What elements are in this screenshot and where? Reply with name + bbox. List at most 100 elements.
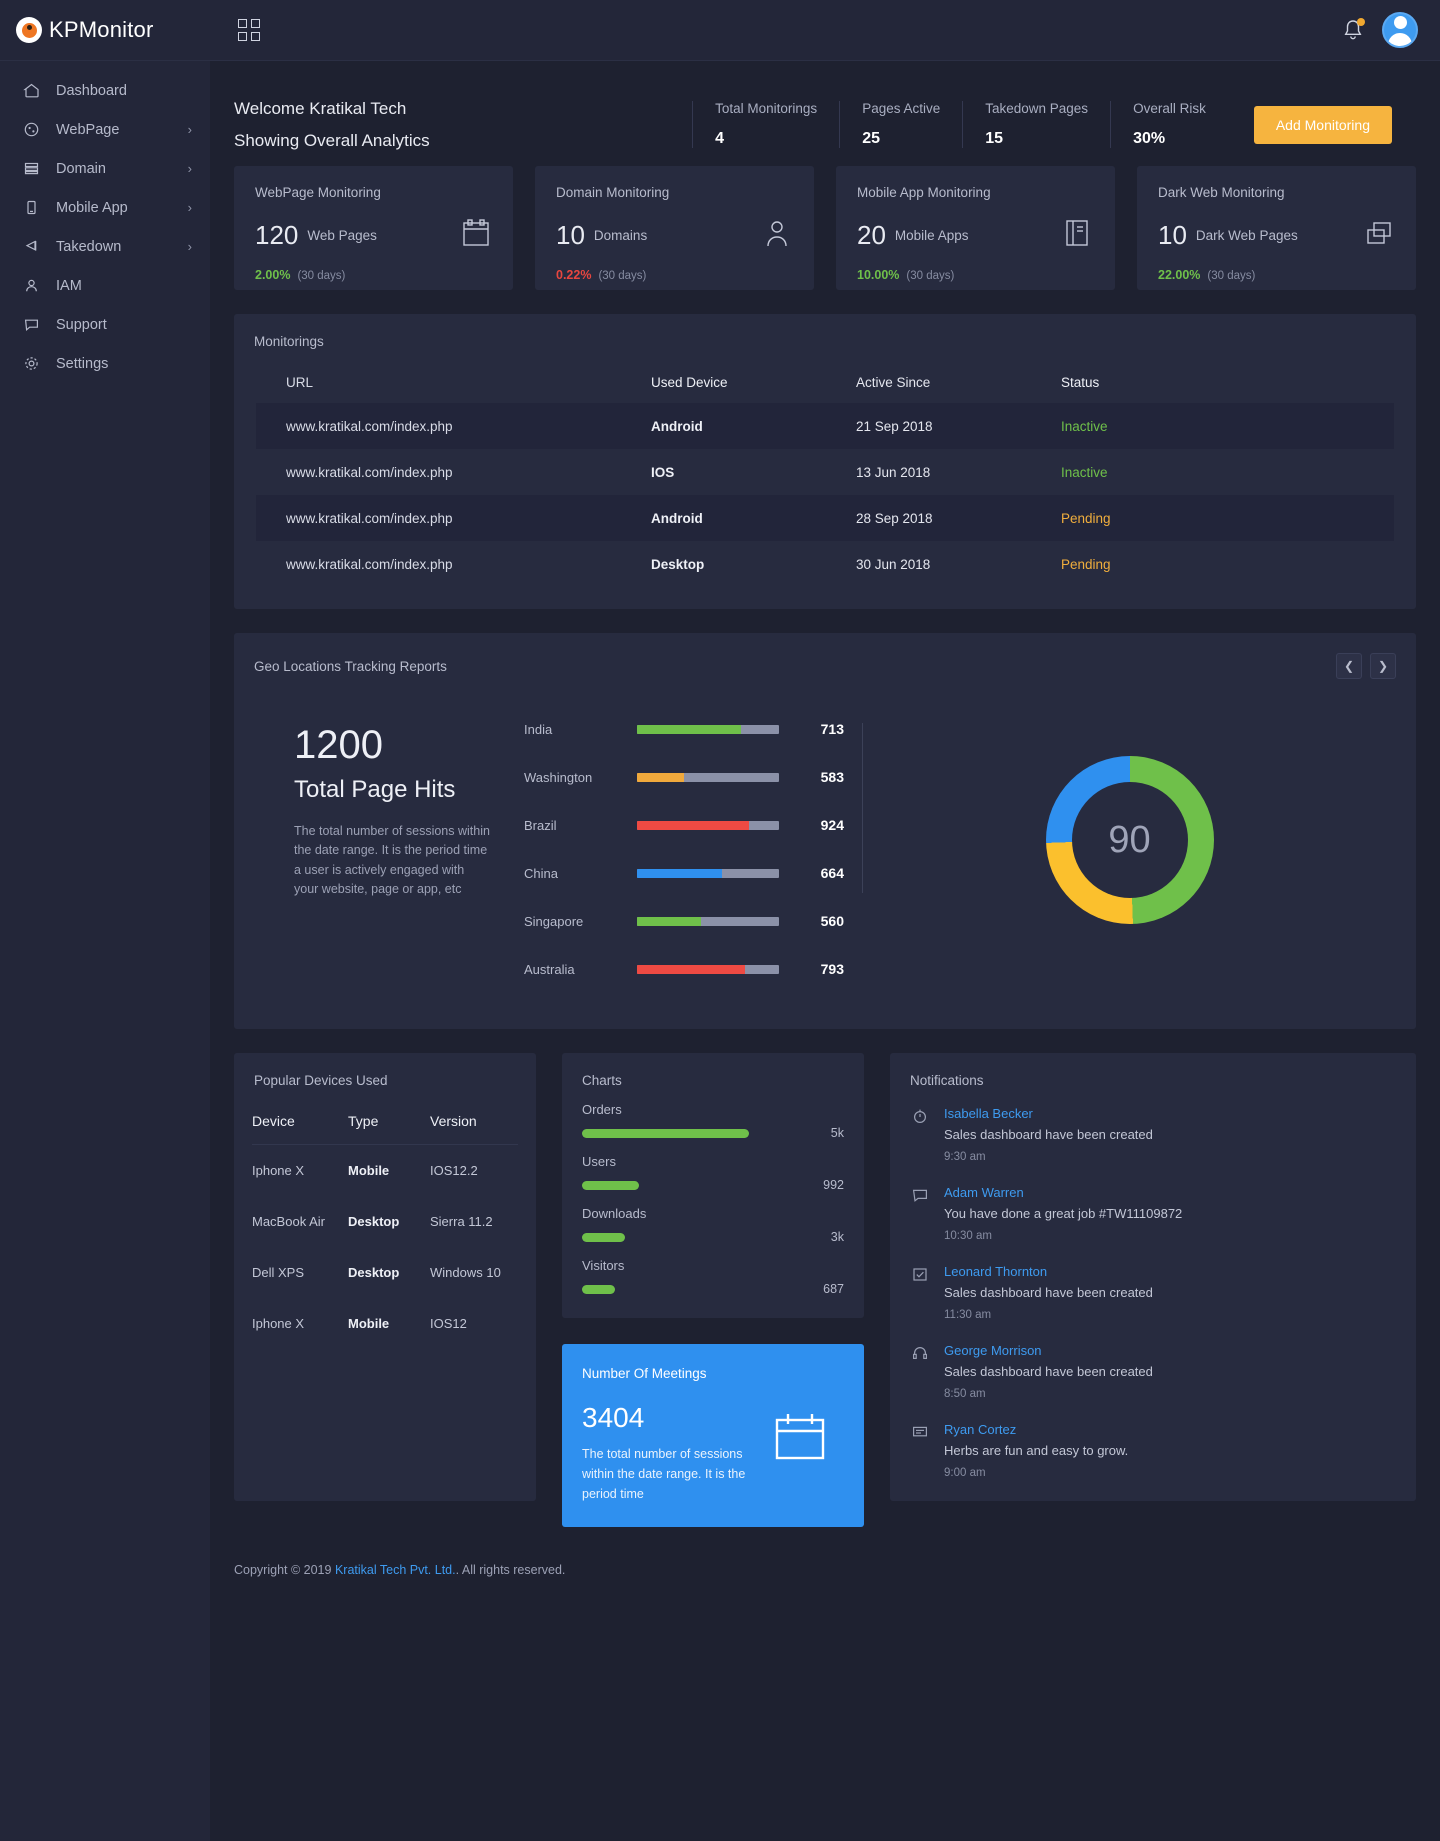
geo-bar-chart: India 713 Washington 583 Brazil 924 Chin… [524, 697, 844, 993]
cell-device: Dell XPS [252, 1265, 305, 1280]
geo-bar-label: Australia [524, 961, 575, 977]
home-icon [22, 81, 41, 100]
geo-prev-button[interactable]: ❮ [1336, 653, 1362, 679]
main-content: Welcome Kratikal Tech Showing Overall An… [210, 61, 1440, 1577]
sidebar-item-iam[interactable]: IAM [0, 266, 210, 305]
person-icon [760, 216, 794, 255]
sidebar-item-mobile-app[interactable]: Mobile App › [0, 188, 210, 227]
kpi-unit: Web Pages [307, 228, 377, 243]
sidebar-item-label: Dashboard [56, 82, 127, 99]
notification-time: 11:30 am [944, 1309, 992, 1321]
chevron-right-icon: › [187, 122, 192, 137]
kpi-card-webpage[interactable]: WebPage Monitoring 120 Web Pages 2.00% (3… [234, 166, 513, 290]
notification-name[interactable]: George Morrison [944, 1343, 1153, 1358]
charts-column: Charts Orders 5k Users 992 Downloads 3k … [562, 1053, 864, 1527]
kpi-days: (30 days) [598, 270, 647, 282]
kpi-percent: 2.00% [255, 268, 291, 282]
kpi-card-dark-web[interactable]: Dark Web Monitoring 10 Dark Web Pages 22… [1137, 166, 1416, 290]
devices-title: Popular Devices Used [254, 1073, 388, 1088]
chart-value: 5k [830, 1126, 844, 1140]
column-status: Status [1061, 374, 1100, 390]
notification-name[interactable]: Ryan Cortez [944, 1422, 1128, 1437]
table-row[interactable]: Dell XPS Desktop Windows 10 [252, 1247, 518, 1298]
table-row[interactable]: www.kratikal.com/index.php Desktop 30 Ju… [256, 541, 1394, 587]
charts-title: Charts [582, 1073, 622, 1088]
footer-link[interactable]: Kratikal Tech Pvt. Ltd. [335, 1563, 456, 1577]
list-item[interactable]: Leonard Thornton Sales dashboard have be… [912, 1252, 1394, 1331]
stat-pages-active: Pages Active 25 [839, 101, 962, 148]
cell-version: IOS12.2 [430, 1163, 478, 1178]
total-page-hits-value: 1200 [294, 723, 383, 767]
kpi-card-mobile-app[interactable]: Mobile App Monitoring 20 Mobile Apps 10.… [836, 166, 1115, 290]
notification-name[interactable]: Isabella Becker [944, 1106, 1153, 1121]
geo-bar-value: 793 [820, 961, 844, 977]
list-item[interactable]: Adam Warren You have done a great job #T… [912, 1173, 1394, 1252]
table-row[interactable]: www.kratikal.com/index.php Android 21 Se… [256, 403, 1394, 449]
sidebar-item-domain[interactable]: Domain › [0, 149, 210, 188]
cell-device: MacBook Air [252, 1214, 325, 1229]
eye-icon [16, 17, 42, 43]
globe-icon [22, 120, 41, 139]
bottom-row: Popular Devices Used Device Type Version… [210, 1029, 1440, 1527]
sidebar-item-label: Settings [56, 355, 109, 372]
geo-bar-row: Singapore 560 [524, 897, 844, 945]
list-item[interactable]: Isabella Becker Sales dashboard have bee… [912, 1094, 1394, 1173]
notification-text: Sales dashboard have been created [944, 1127, 1153, 1142]
total-page-hits-label: Total Page Hits [294, 776, 456, 803]
sidebar-item-label: IAM [56, 277, 82, 294]
notification-time: 10:30 am [944, 1230, 992, 1242]
avatar[interactable] [1382, 12, 1418, 48]
book-icon [1061, 216, 1095, 255]
notification-text: Sales dashboard have been created [944, 1285, 1153, 1300]
geo-bar-label: India [524, 721, 553, 737]
geo-next-button[interactable]: ❯ [1370, 653, 1396, 679]
kpi-unit: Dark Web Pages [1195, 228, 1298, 243]
geo-bar-value: 664 [820, 865, 844, 881]
message-icon [912, 1422, 930, 1479]
sidebar-item-takedown[interactable]: Takedown › [0, 227, 210, 266]
monitorings-panel: Monitorings URL Used Device Active Since… [234, 314, 1416, 609]
kpi-title: Mobile App Monitoring [857, 185, 991, 200]
status-badge: Inactive [1061, 418, 1108, 434]
brand-logo[interactable]: KPMonitor [0, 17, 210, 43]
kpi-card-domain[interactable]: Domain Monitoring 10 Domains 0.22% (30 da… [535, 166, 814, 290]
notification-name[interactable]: Adam Warren [944, 1185, 1182, 1200]
clock-icon [912, 1106, 930, 1163]
cell-since: 30 Jun 2018 [856, 556, 931, 572]
chart-row-users: Users 992 [562, 1154, 864, 1192]
sidebar-item-support[interactable]: Support [0, 305, 210, 344]
chart-row-visitors: Visitors 687 [562, 1258, 864, 1296]
meetings-title: Number Of Meetings [582, 1366, 707, 1381]
grid-apps-icon[interactable] [238, 19, 260, 41]
add-monitoring-button[interactable]: Add Monitoring [1253, 105, 1392, 144]
kpi-days: (30 days) [906, 270, 955, 282]
cell-device: Android [651, 510, 703, 526]
kpi-percent: 0.22% [556, 268, 592, 282]
table-row[interactable]: www.kratikal.com/index.php IOS 13 Jun 20… [256, 449, 1394, 495]
list-item[interactable]: George Morrison Sales dashboard have bee… [912, 1331, 1394, 1410]
sidebar-item-dashboard[interactable]: Dashboard [0, 71, 210, 110]
stat-label: Pages Active [862, 101, 941, 116]
kpi-title: Domain Monitoring [556, 185, 670, 200]
notification-time: 9:00 am [944, 1467, 986, 1479]
column-version: Version [430, 1113, 477, 1129]
chart-label: Downloads [582, 1206, 647, 1221]
table-row[interactable]: Iphone X Mobile IOS12.2 [252, 1145, 518, 1196]
kpi-title: Dark Web Monitoring [1158, 185, 1285, 200]
sidebar-item-webpage[interactable]: WebPage › [0, 110, 210, 149]
geo-bar-track [637, 820, 779, 830]
table-row[interactable]: MacBook Air Desktop Sierra 11.2 [252, 1196, 518, 1247]
geo-bar-row: Brazil 924 [524, 801, 844, 849]
notification-time: 9:30 am [944, 1151, 986, 1163]
cell-device: Iphone X [252, 1316, 305, 1331]
cell-version: Windows 10 [430, 1265, 501, 1280]
table-row[interactable]: www.kratikal.com/index.php Android 28 Se… [256, 495, 1394, 541]
notification-name[interactable]: Leonard Thornton [944, 1264, 1153, 1279]
table-row[interactable]: Iphone X Mobile IOS12 [252, 1298, 518, 1349]
sidebar-item-settings[interactable]: Settings [0, 344, 210, 383]
stat-overall-risk: Overall Risk 30% [1110, 101, 1228, 148]
bell-icon[interactable] [1342, 18, 1365, 42]
cell-url: www.kratikal.com/index.php [286, 464, 453, 480]
list-item[interactable]: Ryan Cortez Herbs are fun and easy to gr… [912, 1410, 1394, 1489]
column-active-since: Active Since [856, 374, 931, 390]
